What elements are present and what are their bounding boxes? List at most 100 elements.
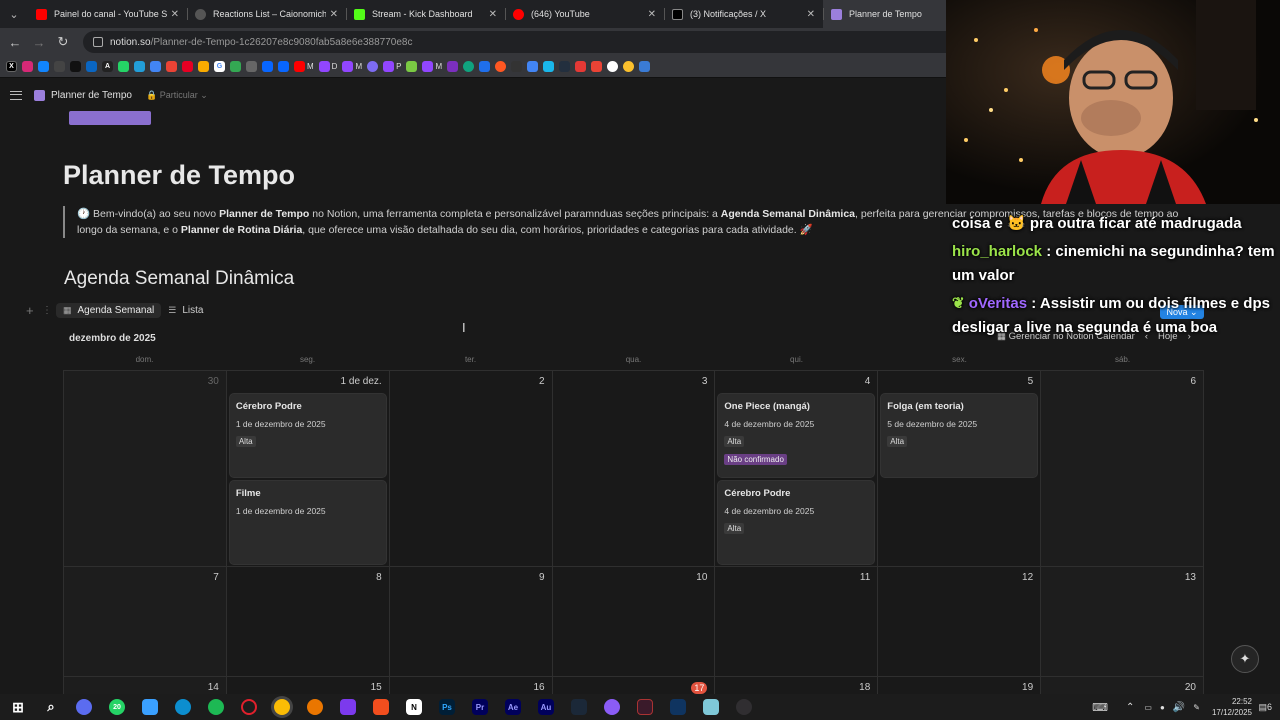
download-bookmark-icon[interactable] xyxy=(406,61,418,72)
chrome-icon[interactable] xyxy=(274,699,290,715)
notion-icon[interactable]: N xyxy=(406,699,422,715)
a-bookmark-icon[interactable]: A xyxy=(102,61,113,72)
edge-icon[interactable] xyxy=(175,699,191,715)
obsidian-icon[interactable] xyxy=(340,699,356,715)
youtube-bookmark-icon[interactable] xyxy=(294,61,305,72)
calendar-day[interactable]: 12 xyxy=(878,567,1042,677)
whatsapp-icon[interactable]: 20 xyxy=(109,699,125,715)
add-block-icon[interactable]: + xyxy=(26,303,38,318)
audition-icon[interactable]: Au xyxy=(538,699,554,715)
gmail-bookmark-icon[interactable] xyxy=(166,61,177,72)
keyboard-icon[interactable]: ⌨ xyxy=(1092,701,1108,714)
after-effects-icon[interactable]: Ae xyxy=(505,699,521,715)
prime-bookmark-icon[interactable] xyxy=(559,61,571,72)
privacy-badge[interactable]: 🔒 Particular ⌄ xyxy=(146,90,208,101)
telegram-bookmark-icon[interactable] xyxy=(134,61,145,72)
app-icon[interactable] xyxy=(142,699,158,715)
notifications-icon[interactable]: ▤6 xyxy=(1258,702,1272,713)
network-icon[interactable]: ▭ xyxy=(1144,703,1152,712)
dark-bookmark-icon[interactable] xyxy=(511,61,523,72)
section-title[interactable]: Agenda Semanal Dinâmica xyxy=(64,268,294,290)
calendar-day[interactable]: 2 xyxy=(389,371,553,567)
linkedin-bookmark-icon[interactable] xyxy=(86,61,97,72)
purple-bookmark-icon[interactable] xyxy=(447,61,459,72)
drag-handle-icon[interactable]: ⋮⋮ xyxy=(42,305,62,316)
calendar-day[interactable]: 1 de dez. Cérebro Podre 1 de dezembro de… xyxy=(226,371,390,567)
twitch-bookmark-icon[interactable] xyxy=(383,61,395,72)
calendar-day[interactable]: 4 One Piece (mangá) 4 de dezembro de 202… xyxy=(715,371,879,567)
event-card[interactable]: One Piece (mangá) 4 de dezembro de 2025 … xyxy=(718,394,875,477)
opera-icon[interactable] xyxy=(241,699,257,715)
chevron-up-icon[interactable]: ⌃ xyxy=(1126,702,1134,713)
pinterest-bookmark-icon[interactable] xyxy=(182,61,193,72)
bookmark-label[interactable]: M xyxy=(435,62,442,71)
reload-icon[interactable]: ↻ xyxy=(51,34,75,50)
bookmark-label[interactable]: M xyxy=(307,62,314,71)
twitch-bookmark-icon[interactable] xyxy=(422,61,434,72)
event-card[interactable]: Filme 1 de dezembro de 2025 xyxy=(229,481,386,564)
blue-bookmark-icon[interactable] xyxy=(479,61,491,72)
forward-icon[interactable]: → xyxy=(27,35,51,50)
calendar-day[interactable]: 30 xyxy=(64,371,227,567)
calendar-bookmark-icon[interactable] xyxy=(527,61,539,72)
calendar-day[interactable]: 8 xyxy=(226,567,390,677)
pen-icon[interactable]: ✎ xyxy=(1193,703,1200,712)
calendar-day[interactable]: 7 xyxy=(64,567,227,677)
event-card[interactable]: Folga (em teoria) 5 de dezembro de 2025 … xyxy=(881,394,1038,477)
whatsapp-bookmark-icon[interactable] xyxy=(118,61,129,72)
twitch-bookmark-icon[interactable] xyxy=(342,61,354,72)
analytics-bookmark-icon[interactable] xyxy=(198,61,209,72)
page-title[interactable]: Planner de Tempo xyxy=(63,160,295,191)
breadcrumb[interactable]: Planner de Tempo xyxy=(51,90,132,101)
calendar-day[interactable]: 13 xyxy=(1041,567,1204,677)
drive-bookmark-icon[interactable] xyxy=(230,61,241,72)
circle-bookmark-icon[interactable] xyxy=(367,61,379,72)
instagram-bookmark-icon[interactable] xyxy=(22,61,33,72)
orange-bookmark-icon[interactable] xyxy=(495,61,507,72)
car-bookmark-icon[interactable] xyxy=(246,61,257,72)
close-tab-icon[interactable]: ✕ xyxy=(171,9,179,20)
app-icon[interactable] xyxy=(637,699,653,715)
search-icon[interactable]: ⌕ xyxy=(43,699,59,715)
x-bookmark-icon[interactable]: X xyxy=(6,61,17,72)
browser-tab[interactable]: (3) Notificações / X ✕ xyxy=(664,0,823,28)
close-tab-icon[interactable]: ✕ xyxy=(648,9,656,20)
calendar-day[interactable]: 5 Folga (em teoria) 5 de dezembro de 202… xyxy=(878,371,1042,567)
calendar-day[interactable]: 3 xyxy=(552,371,716,567)
close-tab-icon[interactable]: ✕ xyxy=(489,9,497,20)
windows-start-icon[interactable]: ⊞ xyxy=(10,699,26,715)
volume-icon[interactable]: 🔊 xyxy=(1173,702,1185,713)
bluesky-bookmark-icon[interactable] xyxy=(38,61,49,72)
mic-icon[interactable]: ● xyxy=(1160,703,1165,712)
close-tab-icon[interactable]: ✕ xyxy=(807,9,815,20)
gmail-bookmark-icon[interactable] xyxy=(591,61,603,72)
photoshop-icon[interactable]: Ps xyxy=(439,699,455,715)
blender-icon[interactable] xyxy=(307,699,323,715)
mail-bookmark-icon[interactable] xyxy=(150,61,161,72)
browser-tab[interactable]: (646) YouTube ✕ xyxy=(505,0,664,28)
obs-icon[interactable] xyxy=(736,699,752,715)
vimeo-bookmark-icon[interactable] xyxy=(543,61,555,72)
figma-icon[interactable] xyxy=(373,699,389,715)
spotify-icon[interactable] xyxy=(208,699,224,715)
browser-tab[interactable]: Stream - Kick Dashboard ✕ xyxy=(346,0,505,28)
app-icon[interactable] xyxy=(670,699,686,715)
event-card[interactable]: Cérebro Podre 1 de dezembro de 2025 Alta xyxy=(229,394,386,477)
app-icon[interactable] xyxy=(604,699,620,715)
chatgpt-bookmark-icon[interactable] xyxy=(463,61,475,72)
event-card[interactable]: Cérebro Podre 4 de dezembro de 2025 Alta xyxy=(718,481,875,564)
calendar-day[interactable]: 10 xyxy=(552,567,716,677)
google-bookmark-icon[interactable]: G xyxy=(214,61,225,72)
steam-icon[interactable] xyxy=(571,699,587,715)
menu-icon[interactable] xyxy=(10,90,22,100)
bookmark-label[interactable]: M xyxy=(355,62,362,71)
bookmark-label[interactable]: D xyxy=(332,62,338,71)
site-info-icon[interactable] xyxy=(93,37,103,47)
calendar-day[interactable]: 9 xyxy=(389,567,553,677)
browser-tab[interactable]: Painel do canal - YouTube Studio ✕ xyxy=(28,0,187,28)
bookmark-label[interactable]: P xyxy=(396,62,401,71)
threads-bookmark-icon[interactable] xyxy=(54,61,65,72)
meta-business-bookmark-icon[interactable] xyxy=(278,61,289,72)
app-icon[interactable] xyxy=(703,699,719,715)
notion-ai-button[interactable]: ✦ xyxy=(1231,645,1259,673)
